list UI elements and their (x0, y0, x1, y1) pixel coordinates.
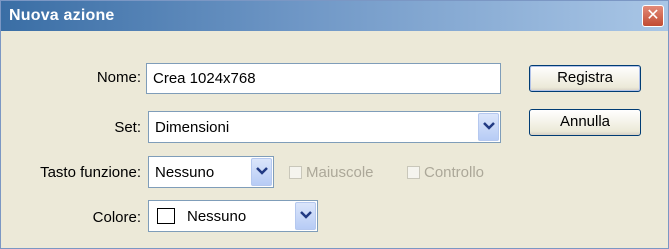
new-action-dialog: Nuova azione ✕ Nome: Crea 1024x768 Set: … (0, 0, 669, 249)
function-key-value: Nessuno (155, 164, 215, 181)
color-label: Colore: (92, 209, 141, 226)
color-swatch (157, 208, 175, 224)
name-input-value: Crea 1024x768 (153, 70, 256, 87)
cancel-button[interactable]: Annulla (529, 109, 641, 136)
color-select-value: Nessuno (187, 208, 247, 225)
close-icon: ✕ (646, 7, 660, 24)
shift-checkbox[interactable] (289, 166, 302, 179)
chevron-down-icon (483, 122, 495, 130)
name-label: Nome: (96, 69, 141, 86)
shift-label: Maiuscole (306, 164, 374, 181)
chevron-down-icon (300, 211, 312, 219)
chevron-down-icon (256, 167, 268, 175)
color-dropdown-button[interactable] (295, 202, 316, 230)
control-label: Controllo (424, 164, 485, 181)
set-select[interactable]: Dimensioni (148, 111, 501, 143)
set-select-value: Dimensioni (155, 119, 230, 136)
function-key-select[interactable]: Nessuno (148, 156, 274, 188)
name-input[interactable]: Crea 1024x768 (146, 63, 501, 94)
color-select[interactable]: Nessuno (148, 200, 318, 232)
window-title: Nuova azione (9, 7, 115, 24)
set-dropdown-button[interactable] (478, 113, 499, 141)
function-key-label: Tasto funzione: (40, 164, 141, 181)
set-label: Set: (114, 119, 141, 136)
title-bar[interactable]: Nuova azione ✕ (1, 1, 668, 31)
control-checkbox[interactable] (407, 166, 420, 179)
close-button[interactable]: ✕ (642, 5, 664, 27)
record-button[interactable]: Registra (529, 65, 641, 92)
function-key-dropdown-button[interactable] (251, 158, 272, 186)
